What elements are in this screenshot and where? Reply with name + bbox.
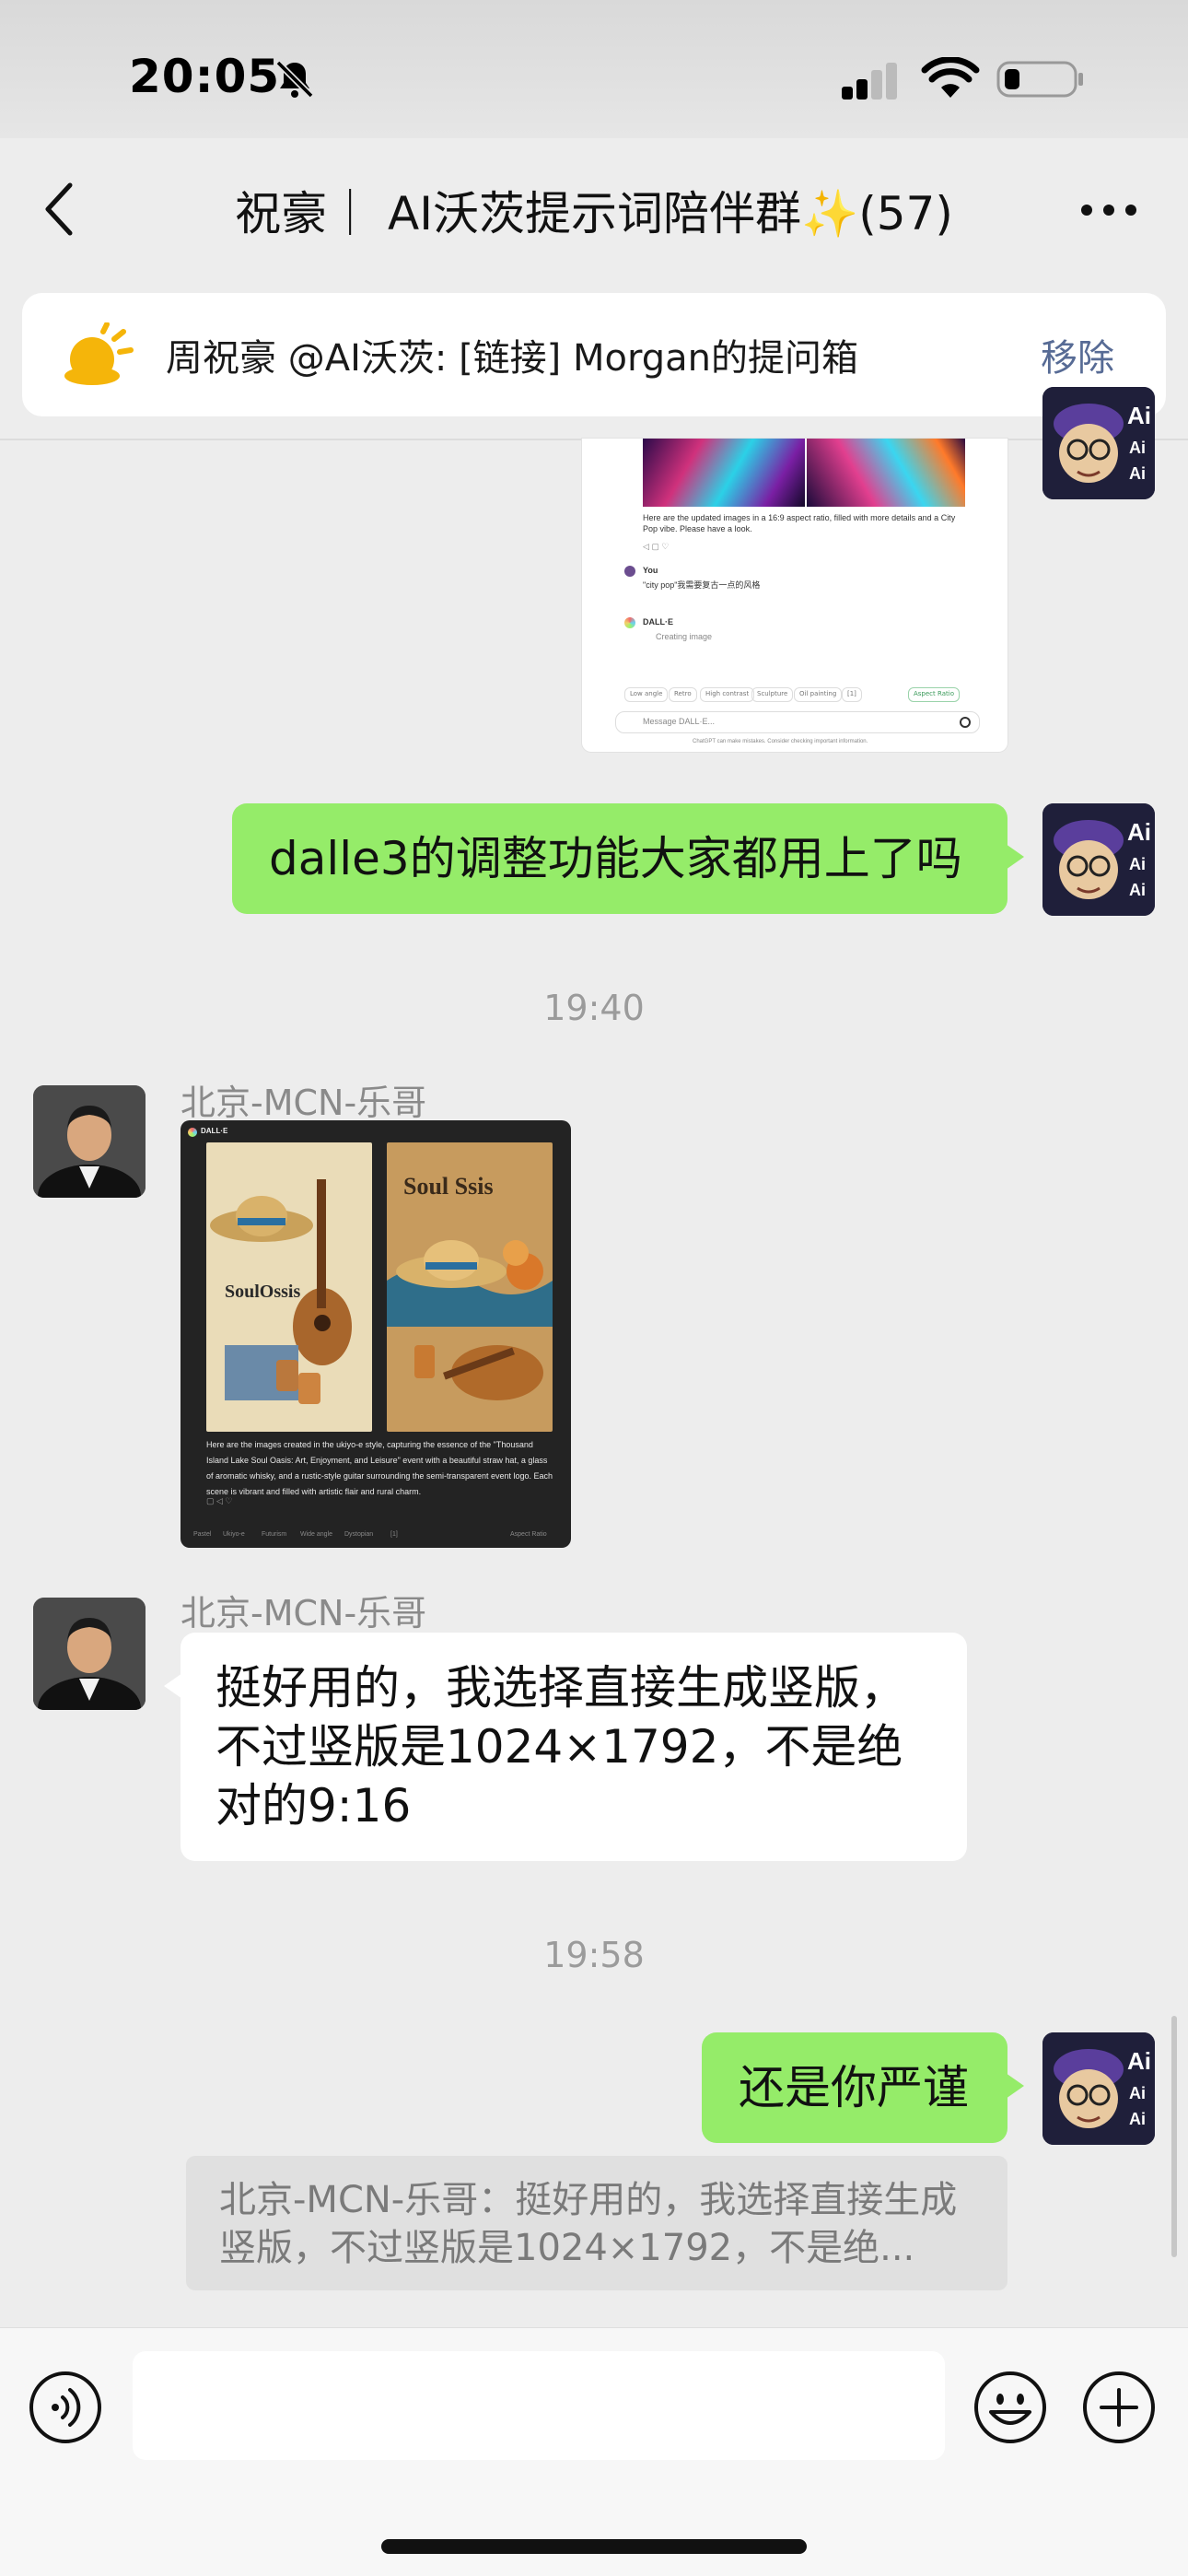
- shot1-actions: ◁ ▢ ♡: [643, 542, 670, 551]
- neon-image-left: [643, 439, 805, 507]
- svg-text:Soul Ssis: Soul Ssis: [403, 1173, 494, 1200]
- timestamp: 19:40: [543, 988, 645, 1028]
- shot2-chip: Pastel: [193, 1531, 212, 1538]
- image-message-dalle-ukiyoe[interactable]: DALL·E SoulOssis Soul Ssis Here are the …: [181, 1120, 571, 1548]
- shot1-placeholder: Message DALL·E...: [643, 717, 716, 726]
- voice-icon[interactable]: [28, 2370, 103, 2445]
- svg-text:Ai: Ai: [1129, 464, 1146, 483]
- more-icon[interactable]: [1079, 201, 1138, 219]
- svg-text:Ai: Ai: [1129, 2084, 1146, 2102]
- self-avatar[interactable]: Ai Ai Ai: [1042, 387, 1155, 499]
- shot1-dalle-label: DALL·E: [643, 617, 673, 626]
- shot2-chip: Ukiyo-e: [223, 1531, 245, 1538]
- self-avatar-art: Ai Ai Ai: [1042, 803, 1155, 916]
- status-time: 20:05: [129, 50, 281, 103]
- home-indicator[interactable]: [381, 2539, 807, 2554]
- back-icon[interactable]: [41, 180, 77, 239]
- svg-text:SoulOssis: SoulOssis: [225, 1282, 300, 1302]
- shot1-creating: Creating image: [656, 632, 713, 641]
- svg-text:Ai: Ai: [1129, 855, 1146, 873]
- shot2-chip: [1]: [390, 1531, 398, 1538]
- shot2-dalle-avatar: [188, 1128, 197, 1137]
- contact-avatar[interactable]: [33, 1085, 146, 1198]
- pinned-text: 周祝豪 @AI沃茨: [链接] Morgan的提问箱: [166, 337, 858, 380]
- message-bubble[interactable]: 挺好用的，我选择直接生成竖版，不过竖版是1024×1792，不是绝对的9:16: [164, 1633, 967, 1861]
- battery-icon: [996, 61, 1083, 98]
- shot2-aspect-chip: Aspect Ratio: [510, 1531, 547, 1538]
- self-avatar-art: Ai Ai Ai: [1042, 2032, 1155, 2145]
- shot2-chip: Futurism: [262, 1531, 287, 1538]
- svg-text:Ai: Ai: [1129, 881, 1146, 899]
- svg-text:Ai: Ai: [1129, 2110, 1146, 2128]
- shot1-you-text: "city pop"我需要复古一点的风格: [643, 580, 761, 590]
- emoji-icon[interactable]: [973, 2370, 1048, 2445]
- bell-slash-icon: [275, 60, 314, 99]
- sender-name: 北京-MCN-乐哥: [181, 1593, 427, 1633]
- shot2-chip: Dystopian: [344, 1531, 374, 1538]
- shot1-chip: High contrast: [700, 687, 755, 702]
- plus-icon[interactable]: [1081, 2370, 1157, 2445]
- self-avatar[interactable]: Ai Ai Ai: [1042, 2032, 1155, 2145]
- timestamp: 19:58: [543, 1935, 645, 1975]
- shot1-chip: Retro: [669, 687, 697, 702]
- shot2-header: DALL·E: [201, 1127, 228, 1135]
- svg-text:Ai: Ai: [1127, 2047, 1151, 2075]
- signal-icon: [842, 63, 897, 100]
- message-input[interactable]: [133, 2351, 945, 2460]
- wifi-icon: [921, 57, 980, 98]
- svg-text:Ai: Ai: [1127, 402, 1151, 429]
- message-bubble[interactable]: dalle3的调整功能大家都用上了吗: [232, 803, 1024, 914]
- chat-title: 祝豪｜ AI沃茨提示词陪伴群✨(57): [235, 187, 953, 240]
- shot2-chip: Wide angle: [300, 1531, 333, 1538]
- shot2-caption: Here are the images created in the ukiyo…: [206, 1440, 553, 1496]
- contact-avatar-art: [33, 1598, 146, 1710]
- shot1-send-icon: [960, 717, 971, 728]
- self-avatar-art: Ai Ai Ai: [1042, 387, 1155, 499]
- sender-name: 北京-MCN-乐哥: [181, 1083, 427, 1123]
- neon-image-right: [807, 439, 965, 507]
- shot1-you-label: You: [643, 566, 658, 575]
- shot1-chip: Sculpture: [751, 687, 794, 702]
- quoted-message[interactable]: 北京-MCN-乐哥：挺好用的，我选择直接生成竖版，不过竖版是1024×1792，…: [186, 2156, 1007, 2290]
- contact-avatar[interactable]: [33, 1598, 146, 1710]
- shot1-chip: Low angle: [624, 687, 669, 702]
- shot2-actions: ▢ ◁ ♡: [206, 1496, 233, 1505]
- poster-left: SoulOssis: [206, 1142, 372, 1432]
- shot1-chip: Oil painting: [794, 687, 843, 702]
- image-message-dalle-citypop[interactable]: Here are the updated images in a 16:9 as…: [582, 439, 1007, 752]
- shot1-aspect-chip: Aspect Ratio: [908, 687, 960, 702]
- shot1-caption: Here are the updated images in a 16:9 as…: [643, 513, 956, 533]
- message-bubble[interactable]: 还是你严谨: [702, 2032, 1024, 2143]
- shot1-you-avatar: [624, 566, 635, 577]
- self-avatar[interactable]: Ai Ai Ai: [1042, 803, 1155, 916]
- poster-right: Soul Ssis: [387, 1142, 553, 1432]
- shot1-chip: [1]: [842, 687, 862, 702]
- svg-text:Ai: Ai: [1129, 439, 1146, 457]
- sun-icon: [64, 322, 134, 385]
- scrollbar[interactable]: [1171, 2016, 1177, 2257]
- shot1-disclaimer: ChatGPT can make mistakes. Consider chec…: [693, 739, 868, 744]
- svg-text:Ai: Ai: [1127, 818, 1151, 846]
- shot1-dalle-avatar: [624, 617, 635, 628]
- contact-avatar-art: [33, 1085, 146, 1198]
- remove-button[interactable]: 移除: [1041, 328, 1114, 381]
